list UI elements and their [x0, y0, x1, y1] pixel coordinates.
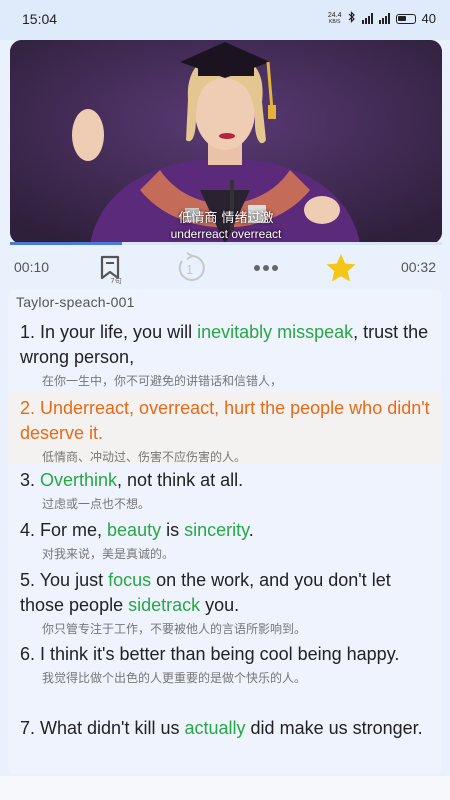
- battery-level: 40: [421, 11, 436, 26]
- sentence-english: 4. For me, beauty is sincerity.: [20, 518, 432, 543]
- subtitle-english: underreact overreact: [170, 227, 282, 241]
- sentence-chinese: 低情商、冲动过、伤害不应伤害的人。: [42, 450, 247, 464]
- sentence-english: 5. You just focus on the work, and you d…: [20, 568, 432, 618]
- sentence-english: 2. Underreact, overreact, hurt the peopl…: [20, 396, 432, 446]
- highlighted-word[interactable]: sidetrack: [128, 595, 200, 615]
- favorite-button[interactable]: [323, 250, 359, 286]
- bluetooth-icon: [348, 11, 356, 26]
- sentence-text: 2. Underreact, overreact, hurt the peopl…: [20, 398, 430, 443]
- sentence-text: 4. For me,: [20, 520, 108, 540]
- net-speed-value: 24.4: [327, 11, 342, 19]
- sentence-item-1[interactable]: 1. In your life, you will inevitably mis…: [8, 320, 442, 389]
- playback-progress-bar[interactable]: [10, 242, 442, 245]
- sentence-item-5[interactable]: 5. You just focus on the work, and you d…: [8, 568, 442, 637]
- sentence-text: 6. I think it's better than being cool b…: [20, 644, 400, 664]
- video-player[interactable]: 低情商 情绪过激 underreact overreact: [10, 40, 442, 244]
- sentence-text: did make us stronger.: [245, 718, 423, 738]
- progress-fill: [10, 242, 123, 245]
- subtitle-chinese: 低情商 情绪过激: [178, 211, 274, 226]
- highlighted-word[interactable]: actually: [185, 718, 246, 738]
- highlighted-word[interactable]: beauty: [107, 520, 161, 540]
- battery-icon: [395, 13, 416, 24]
- sentence-english: 1. In your life, you will inevitably mis…: [20, 320, 432, 370]
- sentence-text: , not think at all.: [117, 470, 244, 490]
- status-bar: 15:04 24.4 KB/S 40: [0, 0, 450, 40]
- sentence-item-2-active[interactable]: 2. Underreact, overreact, hurt the peopl…: [8, 392, 442, 464]
- net-speed-unit: KB/S: [329, 18, 341, 25]
- playback-controls: 00:10 7句 1 00:32: [10, 246, 442, 288]
- sentence-chinese: 对我来说，美是真诚的。: [42, 547, 175, 561]
- highlighted-word[interactable]: inevitably misspeak: [197, 322, 353, 342]
- sentence-chinese: 我觉得比做个出色的人更重要的是做个快乐的人。: [42, 671, 307, 685]
- list-fade: [8, 766, 442, 774]
- sentence-text: 1. In your life, you will: [20, 322, 198, 342]
- sentence-item-6[interactable]: 6. I think it's better than being cool b…: [8, 642, 442, 686]
- sentence-text: you.: [200, 595, 240, 615]
- playlist-title: Taylor-speach-001: [16, 294, 135, 310]
- more-button[interactable]: [248, 250, 284, 286]
- signal-icon: [361, 13, 373, 24]
- status-icons: 24.4 KB/S 40: [328, 11, 436, 26]
- sentence-text: 7. What didn't kill us: [20, 718, 185, 738]
- star-icon: [326, 254, 356, 282]
- sentence-english: 6. I think it's better than being cool b…: [20, 642, 432, 667]
- sentence-chinese: 你只管专注于工作，不要被他人的言语所影响到。: [42, 622, 307, 636]
- status-time: 15:04: [22, 11, 58, 27]
- bottom-edge: [0, 776, 450, 800]
- sentence-item-4[interactable]: 4. For me, beauty is sincerity. 对我来说，美是真…: [8, 518, 442, 562]
- sentence-text: 5. You just: [20, 570, 109, 590]
- repeat-one-button[interactable]: 1: [173, 250, 209, 286]
- sentence-text: 3.: [20, 470, 41, 490]
- highlighted-word[interactable]: focus: [108, 570, 151, 590]
- current-time: 00:10: [14, 259, 50, 275]
- bookmark-count: 7句: [110, 277, 122, 285]
- sentence-item-7[interactable]: 7. What didn't kill us actually did make…: [8, 716, 442, 743]
- sentence-list[interactable]: Taylor-speach-001 1. In your life, you w…: [8, 290, 442, 774]
- sentence-english: 3. Overthink, not think at all.: [20, 468, 432, 493]
- sentence-chinese: 过虑或一点也不想。: [42, 497, 151, 511]
- sentence-item-3[interactable]: 3. Overthink, not think at all. 过虑或一点也不想…: [8, 468, 442, 512]
- highlighted-word[interactable]: Overthink: [40, 470, 117, 490]
- sentence-chinese: 在你一生中，你不可避免的讲错话和信错人，: [42, 374, 283, 388]
- highlighted-word[interactable]: sincerity: [184, 520, 249, 540]
- more-icon: [254, 265, 278, 271]
- sentence-english: 7. What didn't kill us actually did make…: [20, 716, 432, 741]
- total-time: 00:32: [400, 259, 436, 275]
- loop-count: 1: [186, 262, 193, 277]
- repeat-one-icon: 1: [178, 252, 205, 281]
- signal-icon: [378, 13, 390, 24]
- net-speed: 24.4 KB/S: [328, 12, 342, 26]
- sentence-text: .: [248, 520, 254, 540]
- sentence-text: is: [161, 520, 185, 540]
